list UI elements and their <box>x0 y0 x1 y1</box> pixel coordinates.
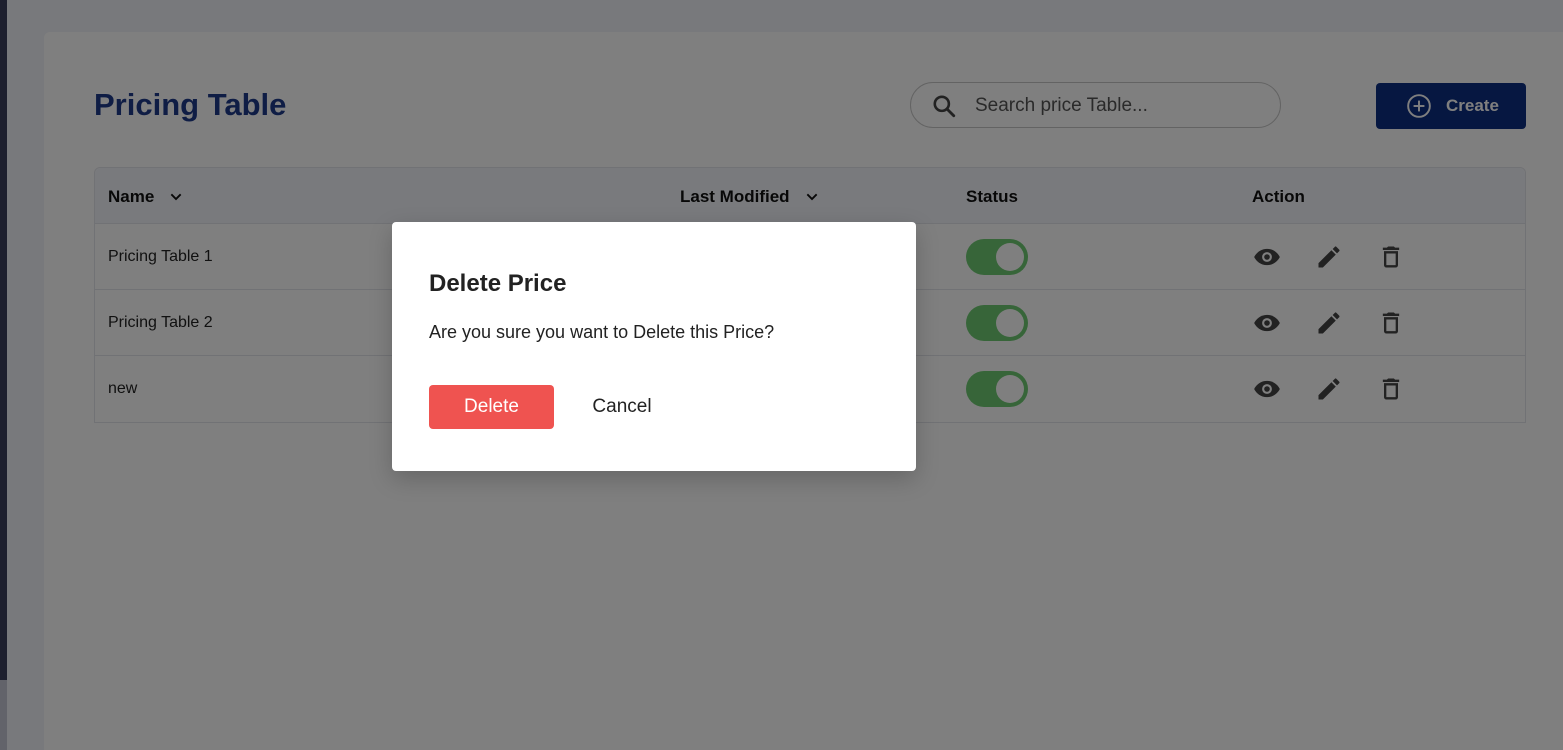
cancel-button[interactable]: Cancel <box>578 385 666 429</box>
delete-dialog: Delete Price Are you sure you want to De… <box>392 222 916 471</box>
dialog-title: Delete Price <box>429 270 567 297</box>
dialog-message: Are you sure you want to Delete this Pri… <box>429 322 775 342</box>
confirm-delete-button[interactable]: Delete <box>429 385 554 429</box>
